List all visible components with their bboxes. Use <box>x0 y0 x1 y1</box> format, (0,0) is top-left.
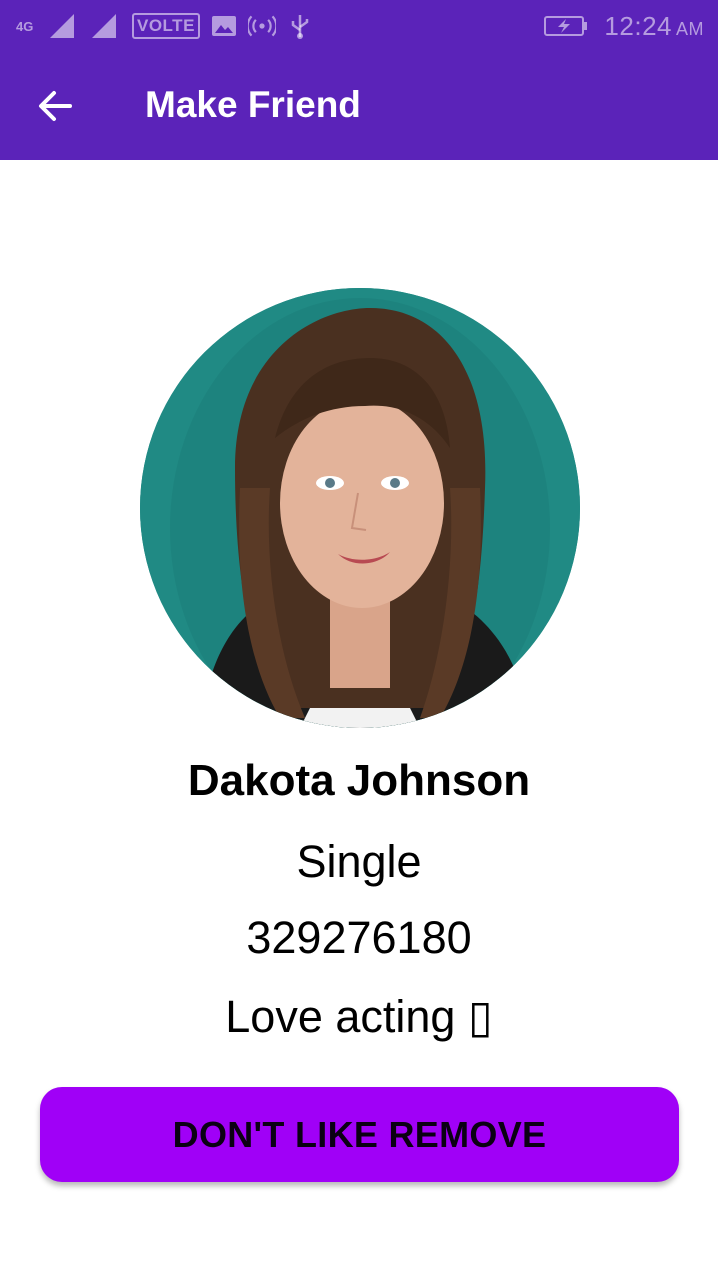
hotspot-icon <box>247 15 276 37</box>
bio-text: Love acting ▯ <box>225 991 493 1042</box>
volte-badge: VOLTE <box>132 13 200 39</box>
page-title: Make Friend <box>145 84 361 125</box>
profile-name: Dakota Johnson <box>187 756 531 805</box>
back-button[interactable] <box>34 84 78 128</box>
signal-1-icon <box>50 14 74 38</box>
clock: 12:24 AM <box>604 11 704 42</box>
signal-2-icon <box>92 14 116 38</box>
battery-charging-icon <box>544 16 588 36</box>
gallery-icon <box>211 16 236 36</box>
app-bar: Make Friend <box>0 52 718 160</box>
screen: 4G VOLTE 12:24 AM Make Friend Dakota Joh… <box>0 0 718 1280</box>
clock-ampm: AM <box>676 18 704 39</box>
status-left: 4G VOLTE <box>16 8 314 44</box>
status-right: 12:24 AM <box>544 8 704 44</box>
usb-icon <box>291 15 309 39</box>
clock-time: 12:24 <box>604 10 672 41</box>
avatar <box>140 288 580 728</box>
dont-like-remove-button[interactable]: DON'T LIKE REMOVE <box>40 1087 679 1182</box>
phone-number: 329276180 <box>246 912 472 963</box>
arrow-back-icon <box>39 91 72 121</box>
profile-photo <box>140 288 580 728</box>
network-type-label: 4G <box>16 18 34 34</box>
status-bar: 4G VOLTE 12:24 AM <box>0 0 718 52</box>
relationship-status: Single <box>296 836 422 887</box>
